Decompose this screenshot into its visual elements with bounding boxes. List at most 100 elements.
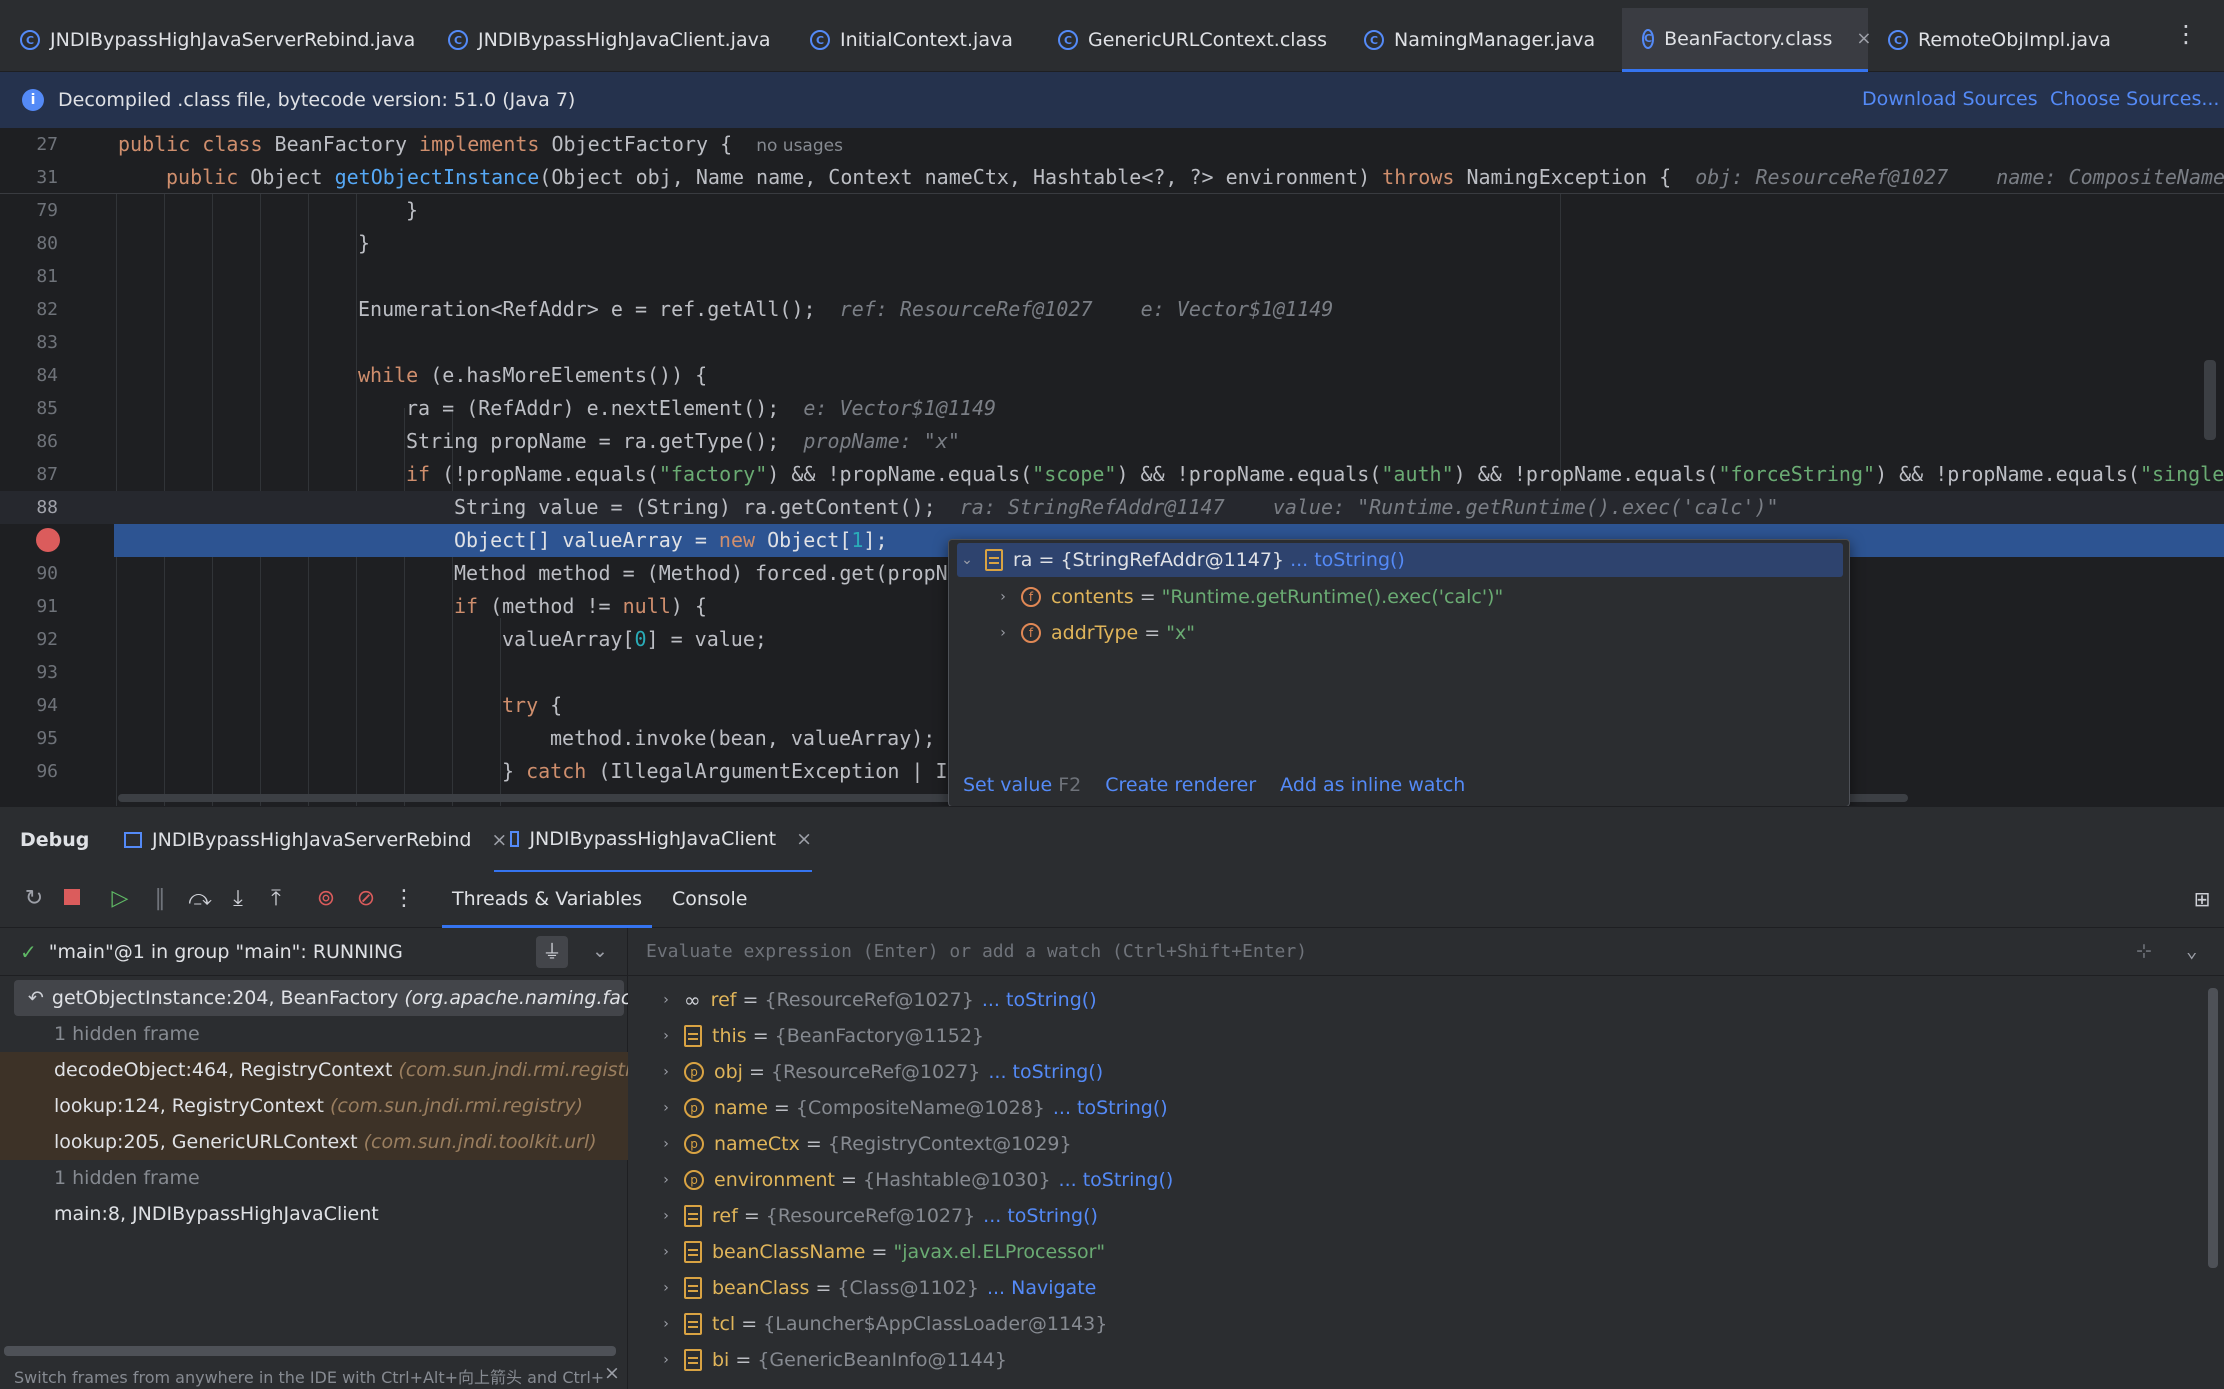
chevron-right-icon[interactable]: › xyxy=(656,1316,676,1332)
set-value-link[interactable]: Set value xyxy=(963,774,1052,796)
popup-root-row[interactable]: ⌄ ra = {StringRefAddr@1147} ... toString… xyxy=(957,543,1843,577)
frames-panel: ✓ "main"@1 in group "main": RUNNING ⏚ ⌄ … xyxy=(0,928,677,1389)
tab-client[interactable]: C JNDIBypassHighJavaClient.java xyxy=(428,8,783,72)
chevron-right-icon[interactable]: › xyxy=(656,1280,676,1296)
popup-field-row[interactable]: › f contents = "Runtime.getRuntime().exe… xyxy=(993,580,1503,614)
code-line: 82 Enumeration<RefAddr> e = ref.getAll();… xyxy=(36,297,1334,321)
session-tab-client[interactable]: JNDIBypassHighJavaClient × xyxy=(494,807,812,873)
more-icon[interactable]: ⋮ xyxy=(390,886,418,912)
resume-icon[interactable]: ▷ xyxy=(106,886,134,912)
variable-value: {RegistryContext@1029} xyxy=(827,1133,1072,1155)
variable-action-link[interactable]: ... Navigate xyxy=(987,1277,1096,1299)
variable-icon xyxy=(684,1313,702,1335)
return-icon: ↶ xyxy=(28,987,44,1009)
chevron-right-icon[interactable]: › xyxy=(656,1208,676,1224)
variable-action-link[interactable]: ... toString() xyxy=(983,1205,1098,1227)
variable-action-link[interactable]: ... toString() xyxy=(1059,1169,1174,1191)
variable-value: {CompositeName@1028} xyxy=(795,1097,1045,1119)
view-breakpoints-icon[interactable]: ⊚ xyxy=(312,886,340,912)
close-icon[interactable]: × xyxy=(604,1362,620,1384)
java-class-icon: C xyxy=(1058,30,1078,50)
chevron-right-icon[interactable]: › xyxy=(993,589,1013,605)
variable-row[interactable]: › tcl = {Launcher$AppClassLoader@1143} xyxy=(628,1306,1107,1342)
stack-frame[interactable]: decodeObject:464, RegistryContext (com.su… xyxy=(0,1052,651,1088)
chevron-down-icon[interactable]: ⌄ xyxy=(592,940,608,962)
variable-name: environment xyxy=(714,1169,836,1191)
layout-icon[interactable]: ⊞ xyxy=(2188,886,2216,912)
chevron-right-icon[interactable]: › xyxy=(656,1244,676,1260)
chevron-right-icon[interactable]: › xyxy=(656,1028,676,1044)
variable-value: {Launcher$AppClassLoader@1143} xyxy=(763,1313,1108,1335)
add-inline-watch-link[interactable]: Add as inline watch xyxy=(1280,774,1465,796)
variable-row[interactable]: › this = {BeanFactory@1152} xyxy=(628,1018,984,1054)
variable-row[interactable]: › p environment = {Hashtable@1030}... toSt… xyxy=(628,1162,1173,1198)
create-renderer-link[interactable]: Create renderer xyxy=(1105,774,1256,796)
tab-threads-variables[interactable]: Threads & Variables xyxy=(442,872,652,928)
variable-row[interactable]: › beanClass = {Class@1102}... Navigate xyxy=(628,1270,1096,1306)
variable-action-link[interactable]: ... toString() xyxy=(988,1061,1103,1083)
vertical-scrollbar[interactable] xyxy=(2204,360,2216,440)
chevron-right-icon[interactable]: › xyxy=(656,1352,676,1368)
chevron-right-icon[interactable]: › xyxy=(656,992,676,1008)
variable-row[interactable]: › p nameCtx = {RegistryContext@1029} xyxy=(628,1126,1072,1162)
breakpoint-icon[interactable] xyxy=(36,528,60,552)
stop-icon[interactable] xyxy=(58,886,86,912)
more-tabs-icon[interactable]: ⋮ xyxy=(2174,22,2198,46)
variable-action-link[interactable]: ... toString() xyxy=(1053,1097,1168,1119)
variable-name: nameCtx xyxy=(714,1133,800,1155)
variable-row[interactable]: › p obj = {ResourceRef@1027}... toString() xyxy=(628,1054,1103,1090)
tab-generic-url-context[interactable]: C GenericURLContext.class xyxy=(1038,8,1339,72)
stack-frame[interactable]: lookup:124, RegistryContext (com.sun.jndi… xyxy=(0,1088,628,1124)
tab-server-rebind[interactable]: C JNDIBypassHighJavaServerRebind.java xyxy=(0,8,427,72)
variable-action-link[interactable]: ... toString() xyxy=(982,989,1097,1011)
step-into-icon[interactable]: ⤓ xyxy=(224,886,252,912)
chevron-right-icon[interactable]: › xyxy=(993,625,1013,641)
filter-icon[interactable]: ⏚ xyxy=(536,936,568,968)
variable-row[interactable]: › bi = {GenericBeanInfo@1144} xyxy=(628,1342,1007,1378)
tab-bean-factory[interactable]: C BeanFactory.class × xyxy=(1622,8,1871,72)
variable-row[interactable]: › beanClassName = "javax.el.ELProcessor" xyxy=(628,1234,1105,1270)
pause-icon[interactable]: ‖ xyxy=(146,886,174,912)
variable-name: bi xyxy=(712,1349,730,1371)
step-out-icon[interactable]: ⤒ xyxy=(262,886,290,912)
download-sources-link[interactable]: Download Sources xyxy=(1862,88,2038,110)
variable-row[interactable]: › ∞ ref = {ResourceRef@1027}... toString() xyxy=(628,982,1097,1018)
chevron-right-icon[interactable]: › xyxy=(656,1136,676,1152)
horizontal-scrollbar[interactable] xyxy=(4,1346,616,1356)
evaluate-expression-field[interactable]: Evaluate expression (Enter) or add a wat… xyxy=(628,928,2224,976)
mute-breakpoints-icon[interactable]: ⊘ xyxy=(352,886,380,912)
to-string-link[interactable]: ... toString() xyxy=(1290,549,1405,571)
stack-frame[interactable]: ↶ getObjectInstance:204, BeanFactory (org.… xyxy=(14,980,677,1016)
stack-frame[interactable]: lookup:205, GenericURLContext (com.sun.jn… xyxy=(0,1124,628,1160)
close-icon[interactable]: × xyxy=(796,828,812,850)
session-tab-server[interactable]: JNDIBypassHighJavaServerRebind × xyxy=(124,807,507,873)
variable-row[interactable]: › p name = {CompositeName@1028}... toStrin… xyxy=(628,1090,1168,1126)
chevron-down-icon[interactable]: ⌄ xyxy=(2186,940,2197,962)
stack-frame[interactable]: main:8, JNDIBypassHighJavaClient xyxy=(0,1196,628,1232)
chevron-right-icon[interactable]: › xyxy=(656,1100,676,1116)
vertical-scrollbar[interactable] xyxy=(2208,988,2218,1268)
java-class-icon: C xyxy=(20,30,40,50)
tab-remote-obj-impl[interactable]: C RemoteObjImpl.java xyxy=(1868,8,2123,72)
variable-inspect-popup: ⌄ ra = {StringRefAddr@1147} ... toString… xyxy=(948,539,1850,807)
chevron-right-icon[interactable]: › xyxy=(656,1064,676,1080)
tab-naming-manager[interactable]: C NamingManager.java xyxy=(1344,8,1607,72)
hidden-frames[interactable]: 1 hidden frame xyxy=(0,1016,628,1052)
chevron-down-icon[interactable]: ⌄ xyxy=(957,552,977,568)
add-watch-icon[interactable]: ⊹ xyxy=(2136,940,2152,962)
rerun-icon[interactable]: ↻ xyxy=(20,886,48,912)
variable-row[interactable]: › ref = {ResourceRef@1027}... toString() xyxy=(628,1198,1098,1234)
variable-name: tcl xyxy=(712,1313,736,1335)
thread-selector[interactable]: ✓ "main"@1 in group "main": RUNNING ⏚ ⌄ xyxy=(0,928,628,976)
parameter-icon: p xyxy=(684,1134,704,1154)
step-over-icon[interactable]: ⤼ xyxy=(186,886,214,912)
popup-field-row[interactable]: › f addrType = "x" xyxy=(993,616,1195,650)
java-class-icon: C xyxy=(448,30,468,50)
choose-sources-link[interactable]: Choose Sources... xyxy=(2050,88,2219,110)
tab-console[interactable]: Console xyxy=(672,888,747,910)
variable-name: name xyxy=(714,1097,768,1119)
hidden-frames[interactable]: 1 hidden frame xyxy=(0,1160,628,1196)
java-class-icon: C xyxy=(1642,28,1655,49)
tab-initial-context[interactable]: C InitialContext.java xyxy=(790,8,1025,72)
chevron-right-icon[interactable]: › xyxy=(656,1172,676,1188)
